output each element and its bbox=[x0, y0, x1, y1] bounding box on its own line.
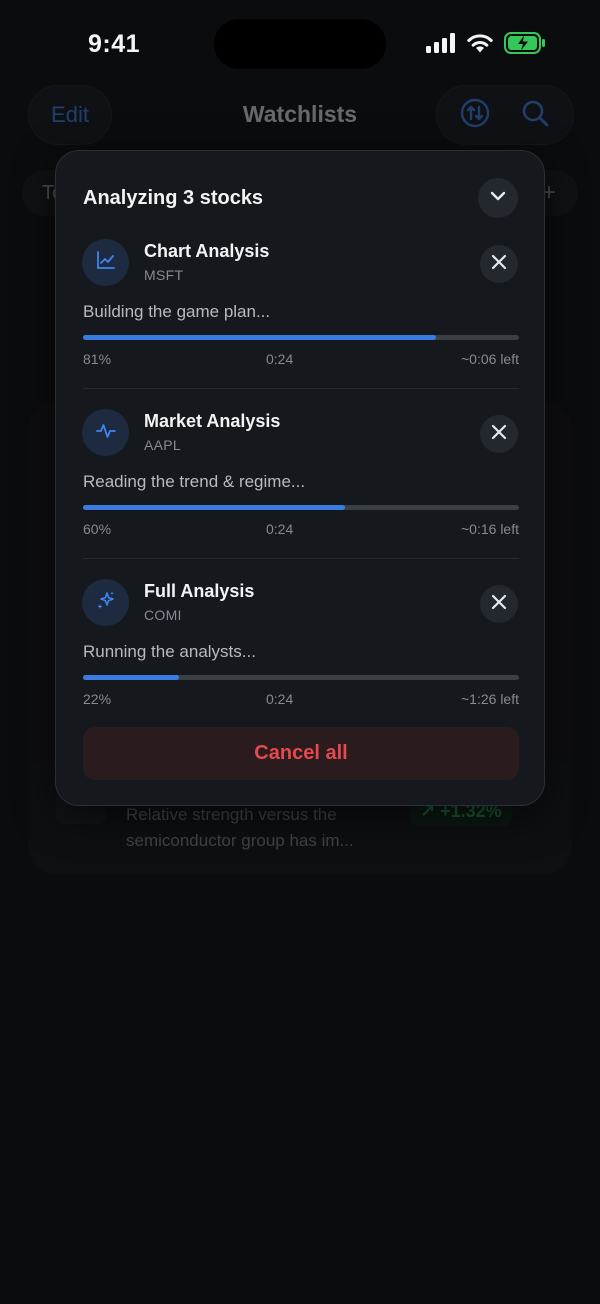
job-icon bbox=[82, 239, 129, 286]
job-icon bbox=[82, 409, 129, 456]
job-ticker: AAPL bbox=[144, 437, 181, 453]
job-meta: 60% 0:24 ~0:16 left bbox=[83, 521, 519, 539]
job-meta: 22% 0:24 ~1:26 left bbox=[83, 691, 519, 709]
divider bbox=[83, 388, 519, 389]
cancel-job-button[interactable] bbox=[480, 415, 518, 453]
chart-line-icon bbox=[95, 249, 117, 276]
cellular-signal-icon bbox=[426, 33, 456, 58]
job-name: Chart Analysis bbox=[144, 241, 270, 261]
cancel-job-button[interactable] bbox=[480, 245, 518, 283]
job-status: Building the game plan... bbox=[83, 302, 271, 321]
status-time: 9:41 bbox=[88, 30, 141, 58]
pulse-icon bbox=[95, 419, 117, 446]
job-status: Running the analysts... bbox=[83, 642, 256, 661]
chevron-down-icon bbox=[488, 186, 508, 211]
job-name: Full Analysis bbox=[144, 581, 255, 601]
search-icon[interactable] bbox=[520, 98, 550, 133]
wifi-icon bbox=[466, 33, 494, 59]
analysis-progress-panel: Analyzing 3 stocks Chart Analysis MSFT B… bbox=[55, 150, 545, 806]
progress-percent: 22% bbox=[83, 691, 112, 707]
snippet-line: semiconductor group has im... bbox=[126, 831, 354, 850]
collapse-button[interactable] bbox=[478, 178, 518, 218]
dynamic-island bbox=[214, 19, 386, 69]
progress-fill bbox=[83, 675, 179, 680]
header-tools bbox=[436, 85, 574, 145]
screen: Edit Watchlists To + Relative strength v… bbox=[0, 0, 600, 1304]
elapsed-time: 0:24 bbox=[266, 351, 294, 367]
time-remaining: ~1:26 left bbox=[461, 691, 519, 707]
job-ticker: MSFT bbox=[144, 267, 184, 283]
status-icons bbox=[426, 32, 546, 59]
analysis-job: Full Analysis COMI Running the analysts.… bbox=[56, 579, 546, 749]
close-icon bbox=[491, 424, 507, 445]
progress-bar bbox=[83, 335, 519, 340]
elapsed-time: 0:24 bbox=[266, 691, 294, 707]
analysis-job: Chart Analysis MSFT Building the game pl… bbox=[56, 239, 546, 409]
battery-charging-icon bbox=[504, 32, 546, 59]
job-ticker: COMI bbox=[144, 607, 182, 623]
job-name: Market Analysis bbox=[144, 411, 281, 431]
progress-bar bbox=[83, 505, 519, 510]
elapsed-time: 0:24 bbox=[266, 521, 294, 537]
close-icon bbox=[491, 594, 507, 615]
time-remaining: ~0:16 left bbox=[461, 521, 519, 537]
cancel-all-button[interactable]: Cancel all bbox=[83, 727, 519, 780]
progress-fill bbox=[83, 505, 345, 510]
job-icon bbox=[82, 579, 129, 626]
job-meta: 81% 0:24 ~0:06 left bbox=[83, 351, 519, 369]
progress-percent: 81% bbox=[83, 351, 112, 367]
progress-fill bbox=[83, 335, 437, 340]
job-status: Reading the trend & regime... bbox=[83, 472, 306, 491]
swap-icon[interactable] bbox=[460, 98, 490, 133]
panel-title: Analyzing 3 stocks bbox=[83, 187, 264, 209]
close-icon bbox=[491, 254, 507, 275]
progress-percent: 60% bbox=[83, 521, 112, 537]
cancel-job-button[interactable] bbox=[480, 585, 518, 623]
divider bbox=[83, 558, 519, 559]
sparkle-icon bbox=[95, 589, 117, 616]
analysis-job: Market Analysis AAPL Reading the trend &… bbox=[56, 409, 546, 579]
status-bar: 9:41 bbox=[0, 0, 600, 90]
stock-snippet: Relative strength versus the semiconduct… bbox=[126, 802, 354, 854]
progress-bar bbox=[83, 675, 519, 680]
time-remaining: ~0:06 left bbox=[461, 351, 519, 367]
